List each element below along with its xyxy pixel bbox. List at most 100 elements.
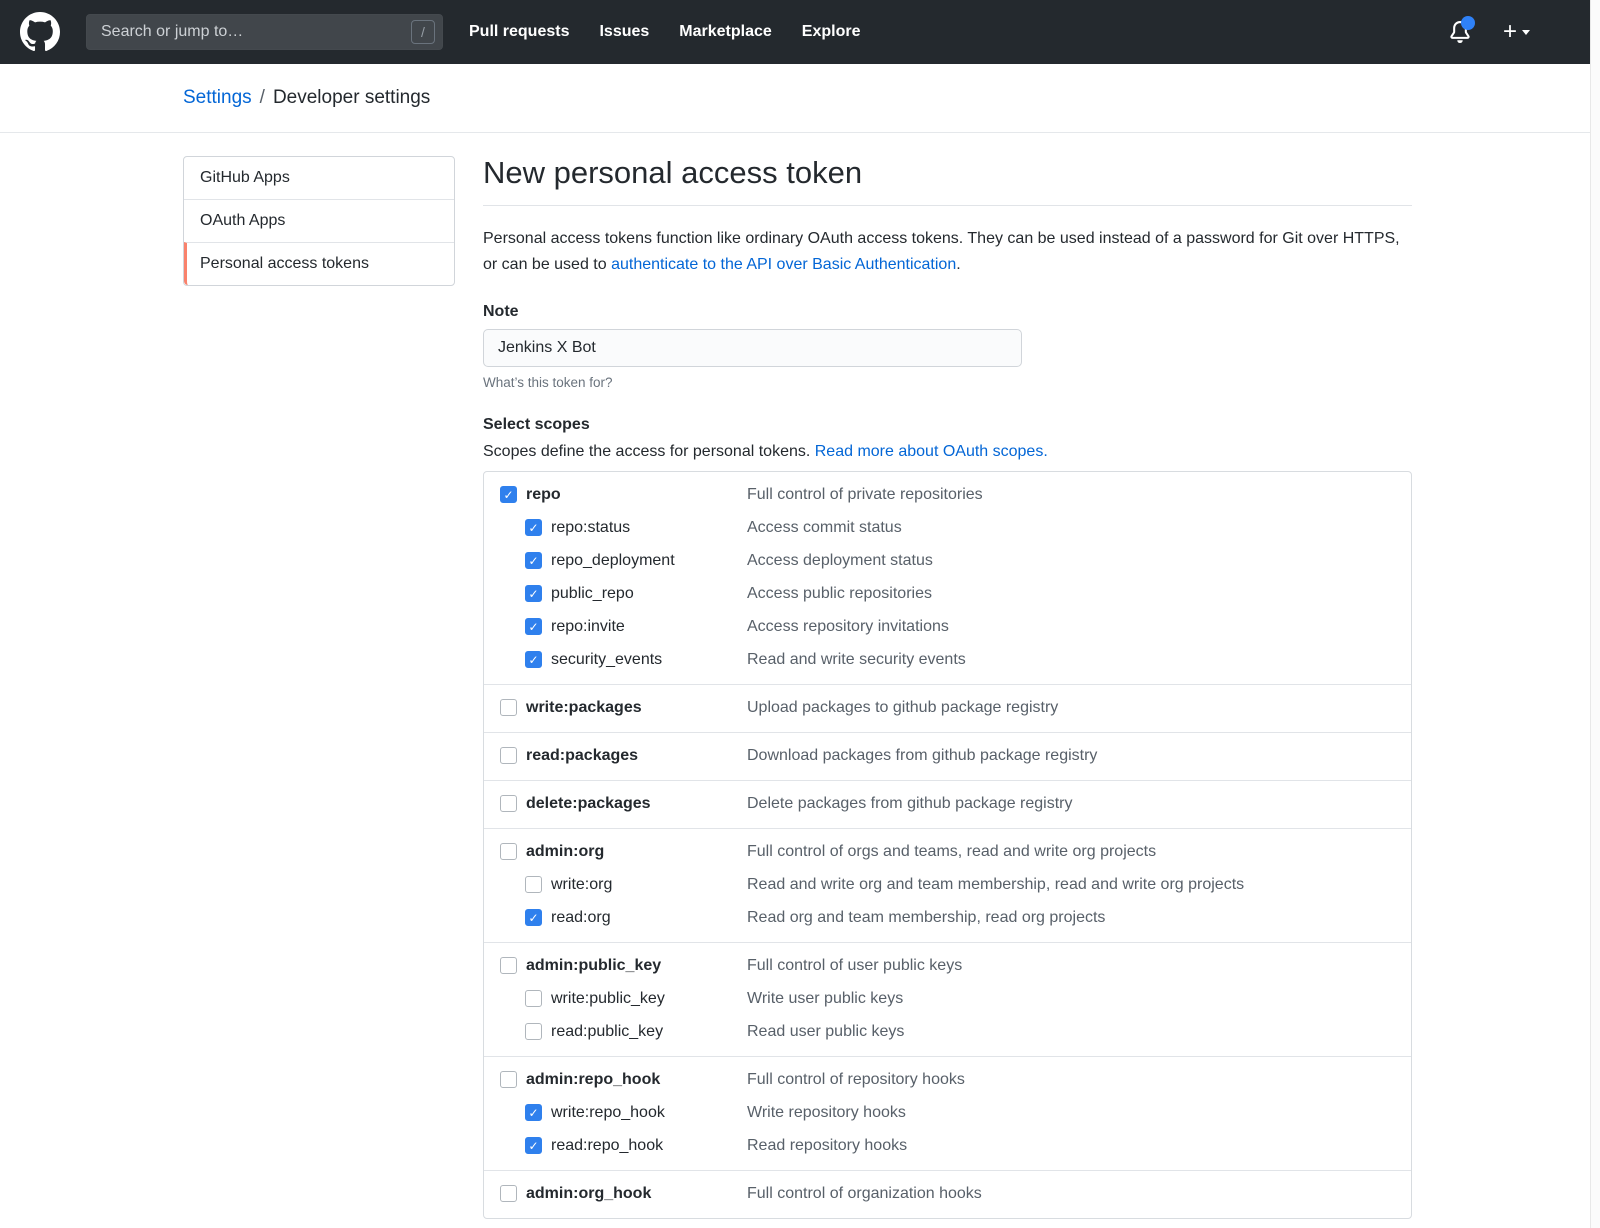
breadcrumb-separator: / <box>260 87 265 108</box>
scope-name-cell: admin:org <box>500 843 747 861</box>
scope-name-cell: repo <box>500 486 747 504</box>
scopes-desc-text: Scopes define the access for personal to… <box>483 443 815 460</box>
main-column: New personal access token Personal acces… <box>483 153 1412 1219</box>
scope-name-label: admin:public_key <box>526 957 661 975</box>
scope-description: Download packages from github package re… <box>747 747 1097 765</box>
nav-item-explore[interactable]: Explore <box>802 23 861 41</box>
scope-group: write:packagesUpload packages to github … <box>484 684 1411 732</box>
scope-checkbox-admin-org-hook[interactable] <box>500 1185 517 1202</box>
intro-paragraph: Personal access tokens function like ord… <box>483 226 1412 278</box>
scope-description: Read and write security events <box>747 651 966 669</box>
oauth-scopes-link[interactable]: Read more about OAuth scopes. <box>815 443 1048 460</box>
sidebar-item-personal-access-tokens[interactable]: Personal access tokens <box>184 242 454 285</box>
github-logo-icon[interactable] <box>20 12 60 52</box>
scope-group: repo Full control of private repositories… <box>484 472 1411 684</box>
slash-key-hint: / <box>411 20 435 44</box>
note-label: Note <box>483 303 1412 321</box>
scope-checkbox-public-repo[interactable] <box>525 585 542 602</box>
scope-description: Read repository hooks <box>747 1137 907 1155</box>
nav-item-marketplace[interactable]: Marketplace <box>679 23 772 41</box>
basic-auth-link[interactable]: authenticate to the API over Basic Authe… <box>611 256 956 273</box>
scope-row-admin-repo-hook: admin:repo_hook Full control of repositor… <box>500 1063 1395 1096</box>
scope-name-label: write:packages <box>526 699 642 717</box>
scope-name-label: admin:org_hook <box>526 1185 651 1203</box>
create-new-dropdown[interactable]: + <box>1503 22 1530 42</box>
scope-description: Access public repositories <box>747 585 932 603</box>
scope-row-write-public-key: write:public_key Write user public keys <box>500 982 1395 1015</box>
page-scrollbar[interactable] <box>1590 0 1600 1228</box>
scope-description: Full control of repository hooks <box>747 1071 965 1089</box>
scope-checkbox-admin-repo-hook[interactable] <box>500 1071 517 1088</box>
scope-description: Read and write org and team membership, … <box>747 876 1244 894</box>
scope-name-label: admin:org <box>526 843 604 861</box>
scope-row-write-repo-hook: write:repo_hookWrite repository hooks <box>500 1096 1395 1129</box>
nav-item-pull-requests[interactable]: Pull requests <box>469 23 569 41</box>
scope-row-read-packages: read:packagesDownload packages from gith… <box>500 739 1395 772</box>
scope-description: Write user public keys <box>747 990 903 1008</box>
scope-row-delete-packages: delete:packagesDelete packages from gith… <box>500 787 1395 820</box>
scope-description: Access repository invitations <box>747 618 949 636</box>
scope-row-repo-status: repo:status Access commit status <box>500 511 1395 544</box>
select-scopes-heading: Select scopes <box>483 416 1412 434</box>
scope-name-label: read:org <box>551 909 611 927</box>
settings-sidebar: GitHub AppsOAuth AppsPersonal access tok… <box>183 156 455 286</box>
scope-name-label: repo:status <box>551 519 630 537</box>
scope-group: read:packagesDownload packages from gith… <box>484 732 1411 780</box>
scope-description: Full control of organization hooks <box>747 1185 982 1203</box>
header-search: / <box>86 14 443 50</box>
scope-checkbox-write-org[interactable] <box>525 876 542 893</box>
nav-item-issues[interactable]: Issues <box>599 23 649 41</box>
scope-row-repo-deployment: repo_deploymentAccess deployment status <box>500 544 1395 577</box>
scope-checkbox-security-events[interactable] <box>525 651 542 668</box>
sidebar-item-github-apps[interactable]: GitHub Apps <box>184 157 454 199</box>
note-input[interactable] <box>483 329 1022 367</box>
scope-checkbox-delete-packages[interactable] <box>500 795 517 812</box>
top-nav: Pull requests Issues Marketplace Explore <box>469 23 860 41</box>
scope-checkbox-read-public-key[interactable] <box>525 1023 542 1040</box>
scope-row-write-org: write:orgRead and write org and team mem… <box>500 868 1395 901</box>
scope-group: admin:public_keyFull control of user pub… <box>484 942 1411 1056</box>
scope-name-label: read:public_key <box>551 1023 663 1041</box>
scope-group: delete:packagesDelete packages from gith… <box>484 780 1411 828</box>
scope-checkbox-admin-public-key[interactable] <box>500 957 517 974</box>
scope-description: Access commit status <box>747 519 902 537</box>
scope-row-write-packages: write:packagesUpload packages to github … <box>500 691 1395 724</box>
scope-checkbox-read-org[interactable] <box>525 909 542 926</box>
scope-name-cell: write:packages <box>500 699 747 717</box>
scope-row-read-public-key: read:public_keyRead user public keys <box>500 1015 1395 1048</box>
scope-name-cell: read:org <box>525 909 747 927</box>
scope-checkbox-repo-status[interactable] <box>525 519 542 536</box>
page-title: New personal access token <box>483 153 1412 206</box>
scope-name-cell: public_repo <box>525 585 747 603</box>
scope-name-label: repo <box>526 486 561 504</box>
scope-checkbox-admin-org[interactable] <box>500 843 517 860</box>
scope-name-label: public_repo <box>551 585 634 603</box>
scope-name-label: admin:repo_hook <box>526 1071 660 1089</box>
scope-name-label: write:public_key <box>551 990 665 1008</box>
search-input[interactable] <box>86 14 443 50</box>
scope-checkbox-write-repo-hook[interactable] <box>525 1104 542 1121</box>
breadcrumb-settings-link[interactable]: Settings <box>183 87 252 108</box>
scope-description: Read org and team membership, read org p… <box>747 909 1105 927</box>
scope-checkbox-repo-invite[interactable] <box>525 618 542 635</box>
scope-checkbox-write-public-key[interactable] <box>525 990 542 1007</box>
scope-row-admin-public-key: admin:public_keyFull control of user pub… <box>500 949 1395 982</box>
scope-checkbox-repo[interactable] <box>500 486 517 503</box>
scope-checkbox-read-packages[interactable] <box>500 747 517 764</box>
scope-name-label: security_events <box>551 651 662 669</box>
scope-name-cell: admin:org_hook <box>500 1185 747 1203</box>
scope-name-label: read:repo_hook <box>551 1137 663 1155</box>
sidebar-item-oauth-apps[interactable]: OAuth Apps <box>184 199 454 242</box>
scope-row-admin-org: admin:orgFull control of orgs and teams,… <box>500 835 1395 868</box>
scope-description: Full control of private repositories <box>747 486 983 504</box>
scope-name-cell: write:public_key <box>525 990 747 1008</box>
scope-name-cell: security_events <box>525 651 747 669</box>
scope-name-label: delete:packages <box>526 795 651 813</box>
scope-checkbox-repo-deployment[interactable] <box>525 552 542 569</box>
scope-name-cell: delete:packages <box>500 795 747 813</box>
scope-checkbox-read-repo-hook[interactable] <box>525 1137 542 1154</box>
scope-name-cell: read:packages <box>500 747 747 765</box>
scope-name-cell: repo_deployment <box>525 552 747 570</box>
notifications-button[interactable] <box>1449 21 1471 43</box>
scope-checkbox-write-packages[interactable] <box>500 699 517 716</box>
